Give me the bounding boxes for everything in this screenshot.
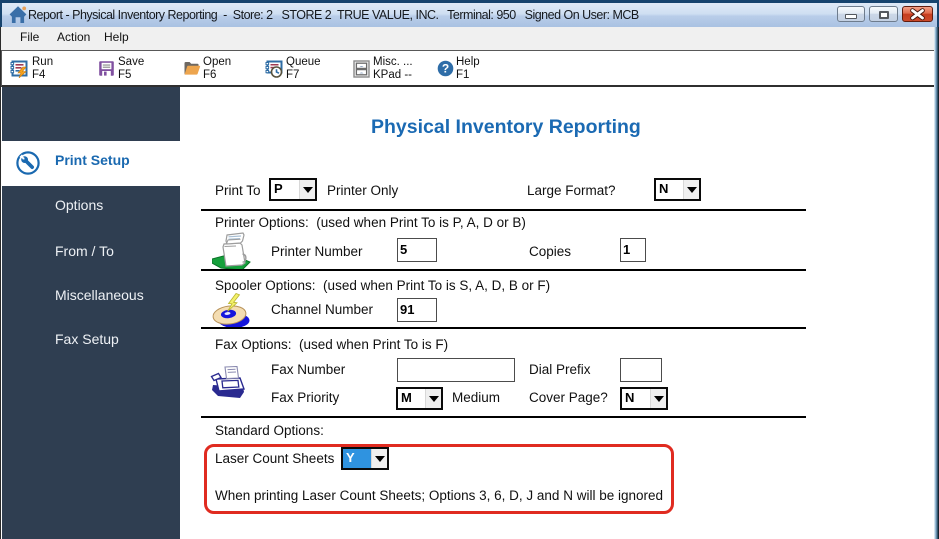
svg-text:?: ? (442, 62, 449, 76)
